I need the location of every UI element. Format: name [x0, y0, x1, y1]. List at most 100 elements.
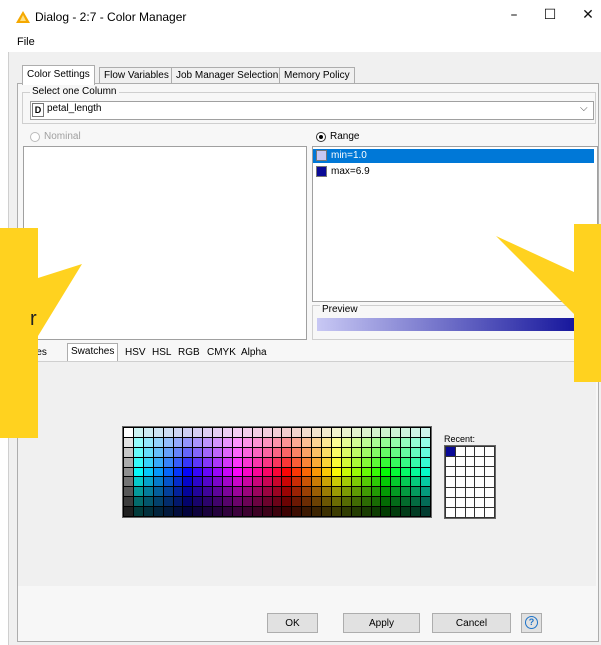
maximize-button[interactable]: ☐ [542, 8, 558, 22]
recent-swatch[interactable] [475, 447, 485, 457]
color-swatch[interactable] [143, 428, 153, 437]
color-swatch[interactable] [252, 497, 262, 507]
color-swatch[interactable] [312, 507, 322, 516]
color-swatch[interactable] [133, 497, 143, 507]
close-button[interactable]: ✕ [580, 8, 596, 22]
apply-button[interactable]: Apply [343, 613, 420, 633]
recent-swatch-grid[interactable] [444, 445, 496, 519]
color-swatch[interactable] [351, 487, 361, 497]
color-swatch[interactable] [213, 497, 223, 507]
color-swatch[interactable] [302, 497, 312, 507]
color-swatch[interactable] [351, 477, 361, 487]
color-swatch[interactable] [213, 447, 223, 457]
color-swatch[interactable] [183, 477, 193, 487]
color-swatch[interactable] [312, 487, 322, 497]
color-swatch[interactable] [391, 447, 401, 457]
color-swatch[interactable] [163, 447, 173, 457]
color-swatch[interactable] [331, 497, 341, 507]
color-swatch[interactable] [302, 477, 312, 487]
color-swatch[interactable] [252, 477, 262, 487]
recent-swatch[interactable] [485, 497, 494, 507]
color-swatch[interactable] [223, 477, 232, 487]
recent-swatch[interactable] [475, 467, 485, 477]
color-swatch[interactable] [351, 507, 361, 516]
color-swatch[interactable] [232, 497, 242, 507]
color-swatch[interactable] [232, 467, 242, 477]
color-swatch[interactable] [232, 457, 242, 467]
color-swatch[interactable] [341, 447, 351, 457]
color-swatch[interactable] [183, 507, 193, 516]
color-swatch[interactable] [411, 457, 421, 467]
color-swatch[interactable] [381, 467, 391, 477]
color-swatch[interactable] [331, 507, 341, 516]
color-swatch[interactable] [302, 457, 312, 467]
color-swatch[interactable] [282, 428, 292, 437]
color-swatch[interactable] [223, 437, 232, 447]
color-swatch[interactable] [351, 497, 361, 507]
recent-swatch[interactable] [446, 487, 455, 497]
color-swatch[interactable] [272, 447, 282, 457]
color-swatch[interactable] [401, 487, 411, 497]
color-swatch[interactable] [331, 487, 341, 497]
recent-swatch[interactable] [455, 477, 465, 487]
color-swatch[interactable] [312, 467, 322, 477]
color-swatch[interactable] [411, 487, 421, 497]
color-swatch[interactable] [411, 497, 421, 507]
color-swatch[interactable] [282, 507, 292, 516]
color-swatch[interactable] [322, 467, 331, 477]
color-swatch[interactable] [124, 457, 133, 467]
color-swatch[interactable] [401, 437, 411, 447]
color-swatch[interactable] [272, 457, 282, 467]
color-swatch[interactable] [391, 507, 401, 516]
color-swatch[interactable] [183, 447, 193, 457]
color-swatch[interactable] [421, 487, 430, 497]
color-swatch[interactable] [391, 437, 401, 447]
color-swatch[interactable] [292, 467, 302, 477]
color-swatch[interactable] [371, 477, 381, 487]
color-swatch[interactable] [124, 447, 133, 457]
recent-swatch[interactable] [465, 477, 475, 487]
color-swatch[interactable] [381, 497, 391, 507]
color-swatch[interactable] [133, 477, 143, 487]
color-swatch[interactable] [213, 487, 223, 497]
cancel-button[interactable]: Cancel [432, 613, 511, 633]
color-swatch[interactable] [381, 457, 391, 467]
color-swatch[interactable] [381, 428, 391, 437]
color-swatch[interactable] [223, 428, 232, 437]
color-swatch[interactable] [262, 507, 272, 516]
color-swatch[interactable] [381, 477, 391, 487]
color-swatch[interactable] [242, 437, 252, 447]
color-swatch[interactable] [351, 437, 361, 447]
color-swatch[interactable] [252, 507, 262, 516]
color-swatch[interactable] [341, 487, 351, 497]
recent-swatch[interactable] [485, 457, 494, 467]
color-swatch[interactable] [292, 447, 302, 457]
color-swatch[interactable] [262, 497, 272, 507]
color-swatch[interactable] [153, 487, 163, 497]
color-swatch[interactable] [292, 497, 302, 507]
color-swatch[interactable] [223, 467, 232, 477]
color-swatch[interactable] [341, 497, 351, 507]
color-swatch[interactable] [252, 487, 262, 497]
color-swatch[interactable] [322, 477, 331, 487]
color-swatch[interactable] [421, 447, 430, 457]
color-swatch[interactable] [401, 477, 411, 487]
color-swatch[interactable] [203, 467, 213, 477]
color-swatch[interactable] [242, 467, 252, 477]
color-swatch[interactable] [341, 477, 351, 487]
color-swatch[interactable] [292, 428, 302, 437]
color-swatch[interactable] [213, 467, 223, 477]
color-swatch[interactable] [232, 428, 242, 437]
color-swatch[interactable] [173, 447, 183, 457]
color-swatch[interactable] [312, 497, 322, 507]
color-swatch[interactable] [242, 497, 252, 507]
color-swatch[interactable] [153, 467, 163, 477]
color-swatch[interactable] [312, 437, 322, 447]
color-swatch[interactable] [262, 447, 272, 457]
recent-swatch[interactable] [465, 467, 475, 477]
color-swatch[interactable] [371, 507, 381, 516]
color-swatch[interactable] [163, 467, 173, 477]
color-swatch[interactable] [163, 487, 173, 497]
color-swatch[interactable] [223, 457, 232, 467]
color-swatch[interactable] [331, 467, 341, 477]
